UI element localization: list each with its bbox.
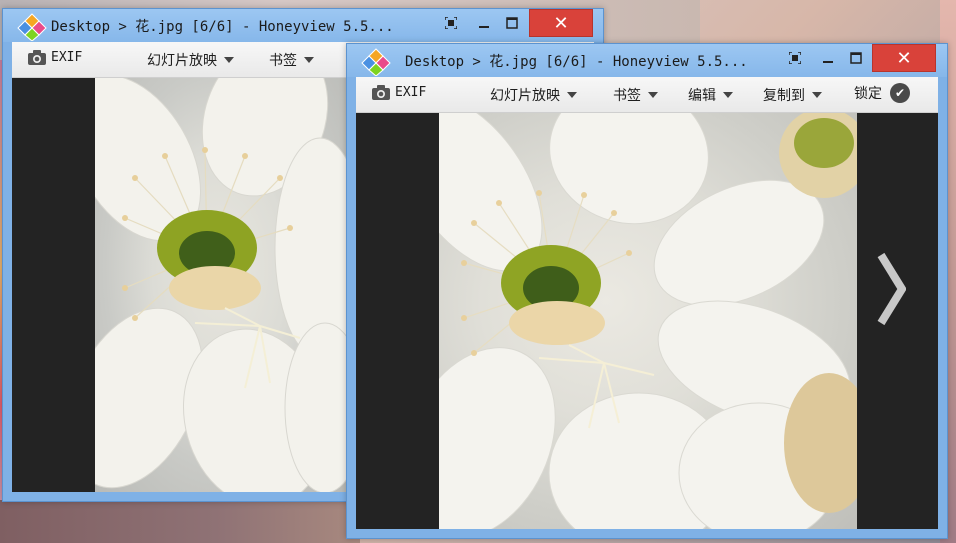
- next-arrow-icon[interactable]: [876, 251, 906, 327]
- maximize-button[interactable]: [497, 11, 527, 35]
- slideshow-label: 幻灯片放映: [490, 88, 560, 104]
- flower-graphic: [95, 78, 355, 492]
- caret-down-icon: [723, 92, 733, 98]
- fullscreen-icon[interactable]: [780, 46, 810, 70]
- close-button[interactable]: ✕: [872, 44, 936, 72]
- camera-icon: [372, 85, 390, 100]
- front-window-titlebar[interactable]: Desktop > 花.jpg [6/6] - Honeyview 5.5...…: [347, 44, 947, 77]
- edit-label: 编辑: [688, 88, 716, 104]
- honeyview-app-icon: [361, 48, 391, 76]
- slideshow-menu[interactable]: 幻灯片放映: [490, 85, 577, 105]
- exif-label: EXIF: [51, 50, 83, 65]
- bookmark-menu[interactable]: 书签: [269, 50, 314, 70]
- exif-button[interactable]: EXIF: [372, 85, 426, 100]
- exif-button[interactable]: EXIF: [28, 50, 82, 65]
- image-viewer[interactable]: [356, 113, 938, 529]
- front-window[interactable]: Desktop > 花.jpg [6/6] - Honeyview 5.5...…: [346, 43, 948, 539]
- bookmark-menu[interactable]: 书签: [613, 85, 658, 105]
- slideshow-menu[interactable]: 幻灯片放映: [147, 50, 234, 70]
- fullscreen-icon[interactable]: [436, 11, 466, 35]
- copy-to-menu[interactable]: 复制到: [763, 85, 822, 105]
- bookmark-label: 书签: [269, 53, 297, 69]
- flower-graphic: [439, 113, 857, 529]
- honeyview-app-icon: [17, 13, 47, 41]
- copy-to-label: 复制到: [763, 88, 805, 104]
- bookmark-label: 书签: [613, 88, 641, 104]
- close-icon: ✕: [896, 47, 912, 69]
- flower-photo: [95, 78, 355, 492]
- front-window-toolbar: EXIF 幻灯片放映 书签 编辑 复制到 锁定 ✔: [356, 77, 938, 113]
- window-title: Desktop > 花.jpg [6/6] - Honeyview 5.5...: [405, 54, 748, 70]
- caret-down-icon: [304, 57, 314, 63]
- close-button[interactable]: ✕: [529, 9, 593, 37]
- minimize-button[interactable]: [813, 46, 843, 70]
- desktop-wallpaper-bottom: [0, 500, 360, 543]
- caret-down-icon: [224, 57, 234, 63]
- caret-down-icon: [812, 92, 822, 98]
- exif-label: EXIF: [395, 85, 427, 100]
- window-title: Desktop > 花.jpg [6/6] - Honeyview 5.5...: [51, 19, 394, 35]
- camera-icon: [28, 50, 46, 65]
- lock-label: 锁定: [854, 86, 882, 102]
- caret-down-icon: [567, 92, 577, 98]
- edit-menu[interactable]: 编辑: [688, 85, 733, 105]
- caret-down-icon: [648, 92, 658, 98]
- checkmark-icon: ✔: [890, 83, 910, 103]
- lock-button[interactable]: 锁定 ✔: [854, 83, 910, 103]
- minimize-button[interactable]: [469, 11, 499, 35]
- slideshow-label: 幻灯片放映: [147, 53, 217, 69]
- close-icon: ✕: [553, 12, 569, 34]
- flower-photo: [439, 113, 857, 529]
- maximize-button[interactable]: [841, 46, 871, 70]
- back-window-titlebar[interactable]: Desktop > 花.jpg [6/6] - Honeyview 5.5...…: [3, 9, 603, 42]
